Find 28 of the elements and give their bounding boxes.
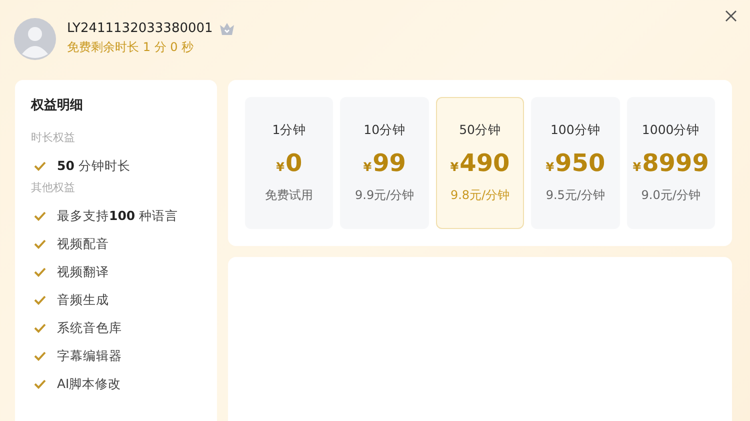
avatar-icon <box>14 18 56 60</box>
benefit-text: 最多支持100 种语言 <box>57 208 178 224</box>
plan-card[interactable]: 1分钟 ¥0 免费试用 <box>245 97 334 229</box>
check-icon <box>34 351 46 361</box>
check-icon <box>34 161 46 171</box>
benefit-text: 音频生成 <box>57 292 109 308</box>
check-icon <box>34 239 46 249</box>
benefit-text: 视频配音 <box>57 236 109 252</box>
panel-title: 权益明细 <box>31 97 84 114</box>
benefit-text: 50 分钟时长 <box>57 158 130 174</box>
check-icon <box>34 267 46 277</box>
check-icon <box>34 323 46 333</box>
plan-card[interactable]: 1000分钟 ¥8999 9.0元/分钟 <box>626 97 716 229</box>
plan-card[interactable]: 50分钟 ¥490 9.8元/分钟 <box>436 97 524 229</box>
check-icon <box>34 295 46 305</box>
benefit-text: AI脚本修改 <box>57 376 122 392</box>
remaining-time: 免费剩余时长 1 分 0 秒 <box>67 39 195 56</box>
benefit-text: 视频翻译 <box>57 264 109 280</box>
user-id: LY2411132033380001 <box>67 21 213 36</box>
check-icon <box>34 211 46 221</box>
check-icon <box>34 379 46 389</box>
crown-badge-icon <box>218 22 235 36</box>
benefit-text: 系统音色库 <box>57 320 122 336</box>
benefit-text: 字幕编辑器 <box>57 348 122 364</box>
plan-card[interactable]: 10分钟 ¥99 9.9元/分钟 <box>340 97 429 229</box>
plan-card[interactable]: 100分钟 ¥950 9.5元/分钟 <box>531 97 620 229</box>
group-label: 其他权益 <box>31 180 76 195</box>
group-label: 时长权益 <box>31 130 76 145</box>
